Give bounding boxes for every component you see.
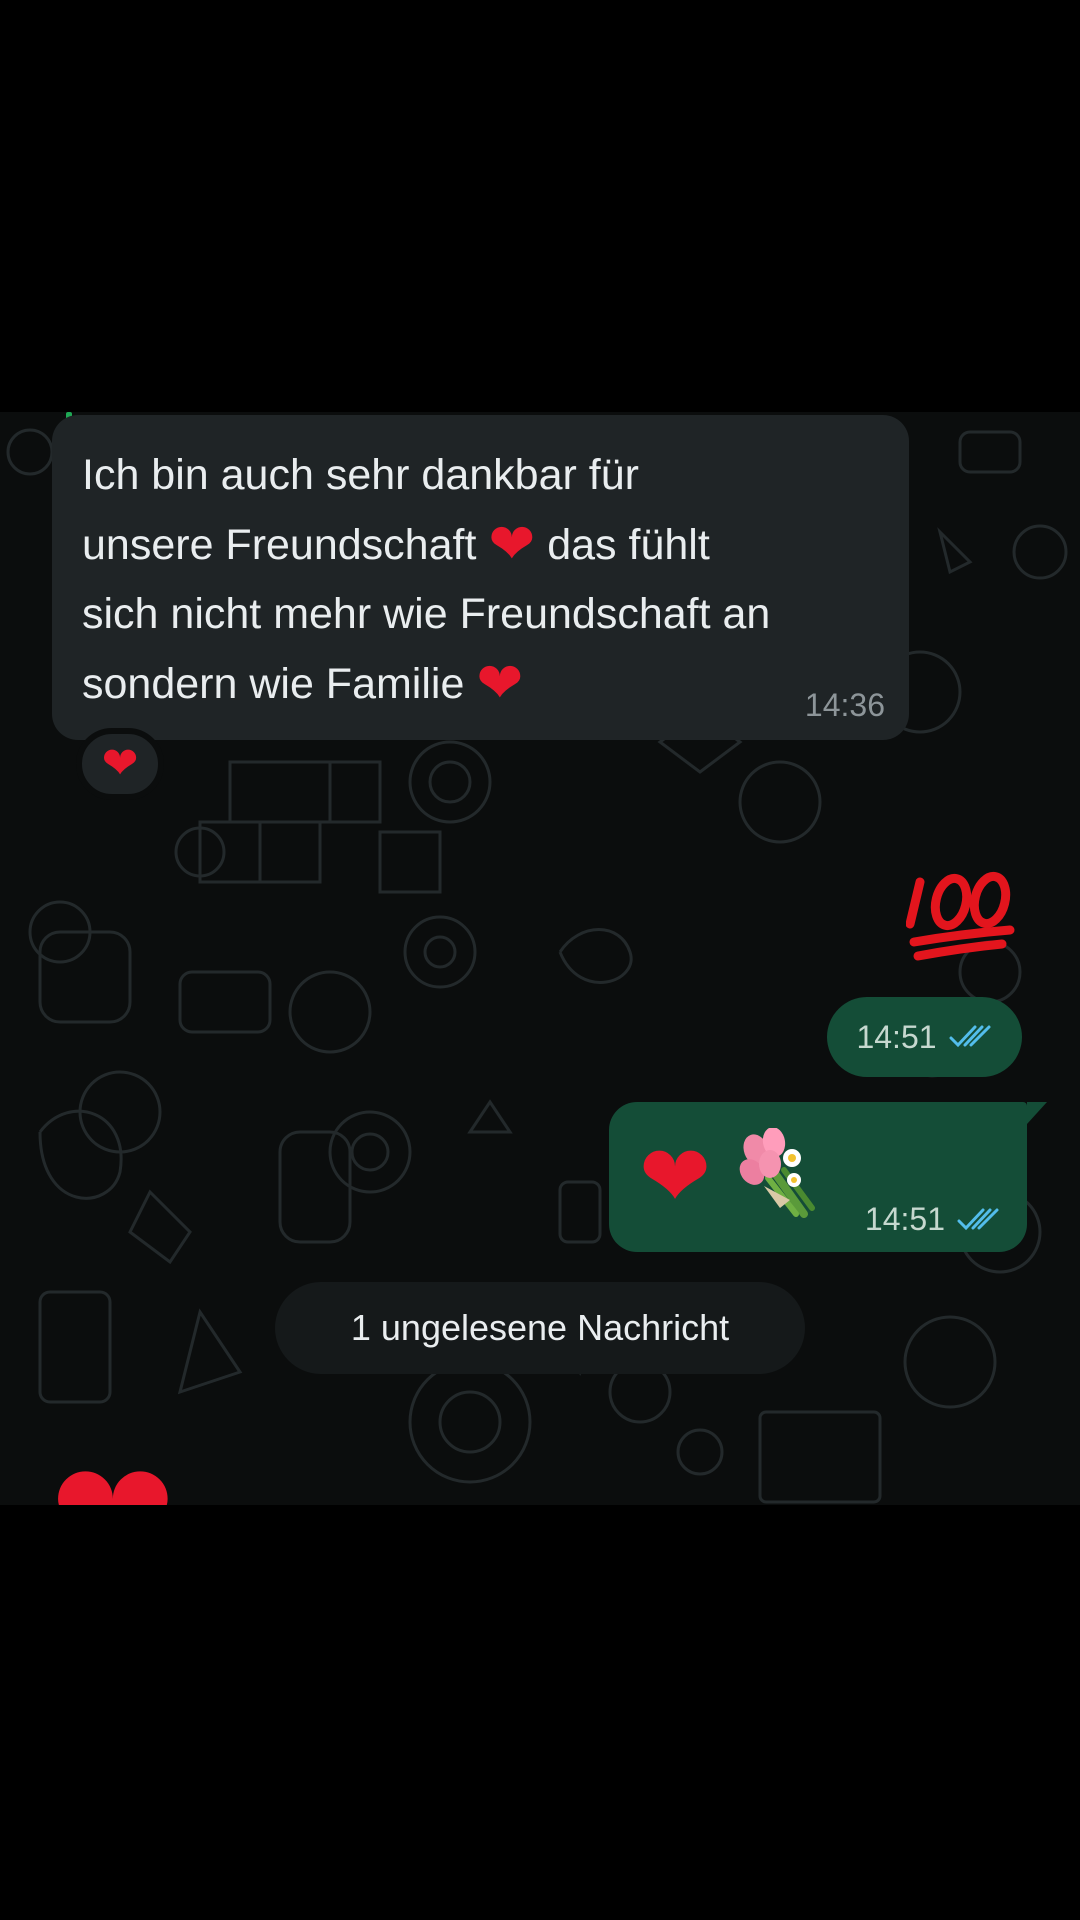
incoming-message-line: Ich bin auch sehr dankbar für xyxy=(82,441,881,510)
red-heart-emoji: ❤ xyxy=(488,512,536,577)
message-reaction[interactable]: ❤ xyxy=(76,728,164,800)
bouquet-emoji xyxy=(739,1128,815,1218)
message-text: sondern wie Familie xyxy=(82,660,465,708)
double-check-icon xyxy=(949,1025,991,1048)
message-text: das fühlt xyxy=(547,521,710,569)
reaction-heart-emoji: ❤ xyxy=(101,738,139,789)
outgoing-message-status[interactable]: 14:51 xyxy=(827,997,1022,1077)
message-meta: 14:51 xyxy=(865,1201,1001,1238)
message-timestamp: 14:36 xyxy=(804,687,885,723)
incoming-message-bubble[interactable]: Ich bin auch sehr dankbar für unsere Fre… xyxy=(52,415,909,740)
chat-area[interactable]: Ich bin auch sehr dankbar für unsere Fre… xyxy=(0,412,1080,1505)
message-timestamp: 14:51 xyxy=(864,1201,945,1237)
incoming-message-line: sich nicht mehr wie Freundschaft an xyxy=(82,580,881,649)
message-text: Ich bin auch sehr dankbar für xyxy=(82,451,639,499)
red-heart-emoji: ❤ xyxy=(476,651,524,716)
message-text: unsere Freundschaft xyxy=(82,521,477,569)
large-heart-emoji-message[interactable]: ❤ xyxy=(50,1442,176,1505)
bubble-tail xyxy=(1027,1102,1047,1124)
message-text: sich nicht mehr wie Freundschaft an xyxy=(82,590,771,638)
hundred-points-emoji[interactable] xyxy=(906,852,1016,962)
red-heart-emoji: ❤ xyxy=(639,1127,712,1227)
unread-messages-divider: 1 ungelesene Nachricht xyxy=(275,1282,805,1374)
outgoing-message-bubble[interactable]: ❤ 14:51 xyxy=(609,1102,1047,1252)
screen: Ich bin auch sehr dankbar für unsere Fre… xyxy=(0,0,1080,1920)
incoming-message-line: unsere Freundschaft ❤ das fühlt xyxy=(82,510,881,580)
message-timestamp: 14:51 xyxy=(856,1018,937,1055)
double-check-icon xyxy=(957,1208,999,1230)
incoming-message-line: sondern wie Familie ❤ xyxy=(82,649,881,719)
